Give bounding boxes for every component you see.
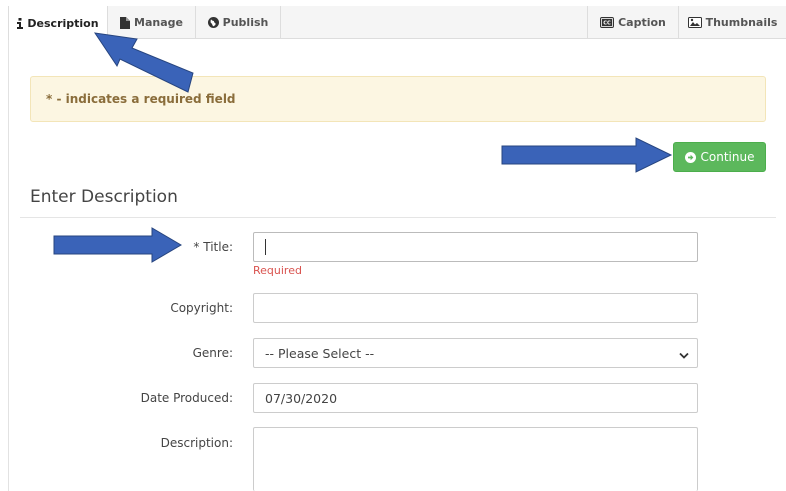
annotation-arrow-continue (501, 137, 673, 173)
annotation-arrow-title (53, 227, 182, 263)
annotation-arrows (53, 32, 673, 263)
annotation-arrow-tab (93, 32, 194, 93)
